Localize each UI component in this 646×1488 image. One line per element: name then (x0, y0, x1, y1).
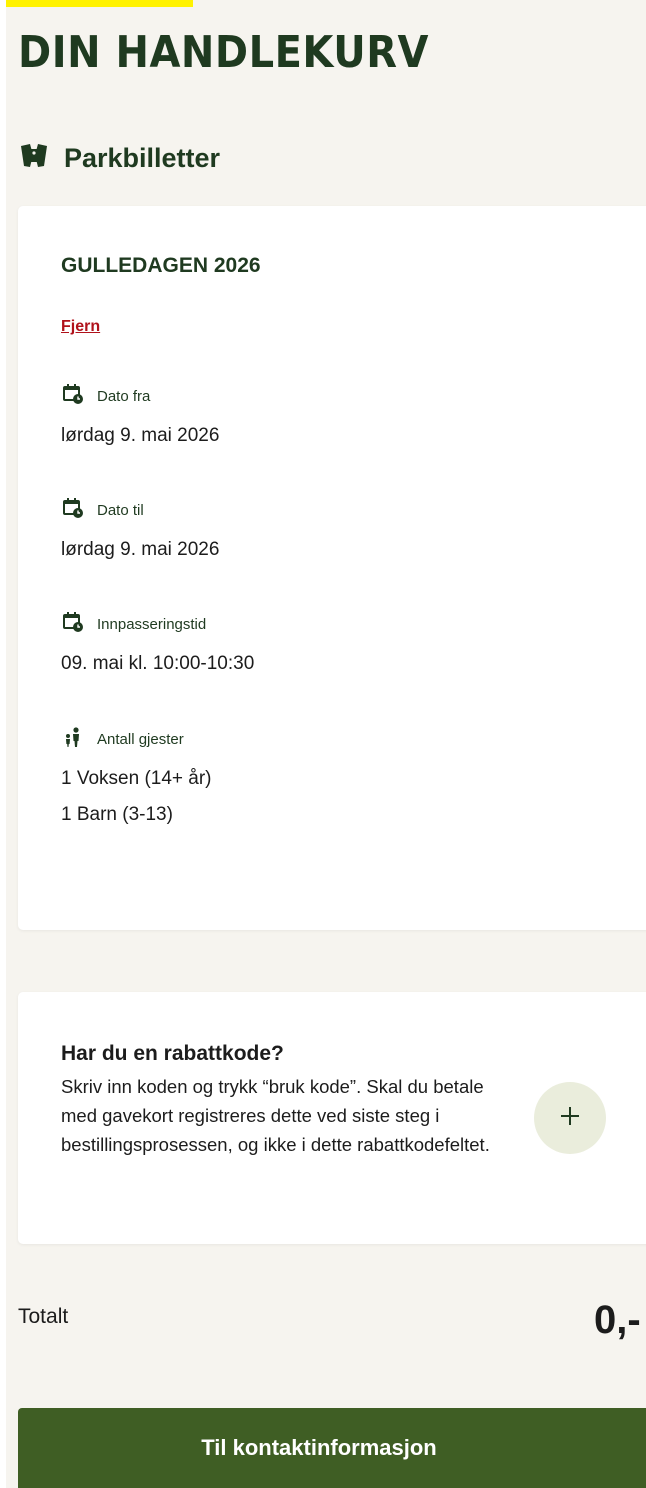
date-to-field: Dato til lørdag 9. mai 2026 (61, 498, 219, 561)
date-from-field: Dato fra lørdag 9. mai 2026 (61, 384, 219, 447)
remove-link[interactable]: Fjern (61, 318, 100, 336)
top-highlight (0, 0, 193, 7)
date-to-value: lørdag 9. mai 2026 (61, 539, 220, 560)
guests-icon (61, 725, 85, 753)
guest-child: 1 Barn (3-13) (61, 804, 173, 825)
total-label: Totalt (18, 1305, 69, 1328)
total-value: 0,- (594, 1298, 641, 1342)
tickets-icon (18, 140, 50, 177)
calendar-clock-icon (61, 610, 85, 638)
guests-label: Antall gjester (97, 730, 184, 748)
page-edge (0, 0, 6, 1488)
entry-time-value: 09. mai kl. 10:00-10:30 (61, 653, 255, 674)
guest-adult: 1 Voksen (14+ år) (61, 768, 212, 789)
entry-time-label: Innpasseringstid (97, 615, 207, 633)
page-title: DIN HANDLEKURV (18, 28, 429, 78)
section-title: Parkbilletter (64, 143, 221, 173)
calendar-clock-icon (61, 496, 85, 524)
date-from-value: lørdag 9. mai 2026 (61, 425, 220, 446)
continue-button[interactable]: Til kontaktinformasjon (18, 1408, 646, 1488)
discount-title: Har du en rabattkode? (61, 1042, 284, 1065)
calendar-clock-icon (61, 382, 85, 410)
ticket-card: GULLEDAGEN 2026 Fjern Dato fra lørdag 9.… (18, 206, 646, 930)
discount-card: Har du en rabattkode? Skriv inn koden og… (18, 992, 646, 1244)
section-header: Parkbilletter (18, 140, 220, 177)
continue-button-label: Til kontaktinformasjon (201, 1435, 437, 1460)
date-to-label: Dato til (97, 501, 144, 519)
discount-text: Skriv inn koden og trykk “bruk kode”. Sk… (61, 1076, 490, 1155)
guests-field: Antall gjester 1 Voksen (14+ år) 1 Barn … (61, 727, 212, 826)
plus-icon (558, 1104, 582, 1133)
entry-time-field: Innpasseringstid 09. mai kl. 10:00-10:30 (61, 612, 254, 675)
date-from-label: Dato fra (97, 387, 151, 405)
ticket-name: GULLEDAGEN 2026 (61, 254, 261, 277)
add-discount-button[interactable] (534, 1082, 606, 1154)
